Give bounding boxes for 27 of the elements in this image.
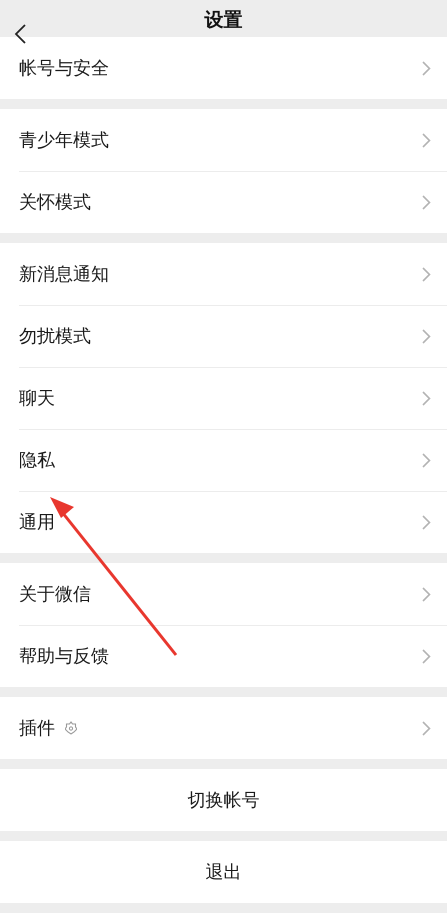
page-title: 设置 — [204, 8, 242, 34]
chevron-icon — [422, 648, 431, 664]
action-button[interactable]: 退出 — [0, 841, 447, 903]
settings-item[interactable]: 插件 — [0, 697, 447, 759]
chevron-icon — [422, 60, 431, 76]
chevron-icon — [422, 266, 431, 282]
settings-item[interactable]: 新消息通知 — [0, 243, 447, 305]
settings-item[interactable]: 关怀模式 — [0, 171, 447, 233]
plugin-icon — [65, 721, 77, 735]
settings-item[interactable]: 隐私 — [0, 429, 447, 491]
settings-item[interactable]: 帐号与安全 — [0, 37, 447, 99]
action-button[interactable]: 切换帐号 — [0, 769, 447, 831]
settings-item[interactable]: 帮助与反馈 — [0, 625, 447, 687]
chevron-icon — [422, 586, 431, 602]
chevron-icon — [422, 328, 431, 344]
settings-item[interactable]: 青少年模式 — [0, 109, 447, 171]
chevron-icon — [422, 720, 431, 736]
chevron-icon — [422, 390, 431, 406]
settings-item[interactable]: 通用 — [0, 491, 447, 553]
settings-item[interactable]: 关于微信 — [0, 563, 447, 625]
back-icon[interactable] — [14, 24, 26, 44]
chevron-icon — [422, 132, 431, 148]
settings-item[interactable]: 勿扰模式 — [0, 305, 447, 367]
chevron-icon — [422, 514, 431, 530]
chevron-icon — [422, 194, 431, 210]
chevron-icon — [422, 452, 431, 468]
settings-item[interactable]: 聊天 — [0, 367, 447, 429]
